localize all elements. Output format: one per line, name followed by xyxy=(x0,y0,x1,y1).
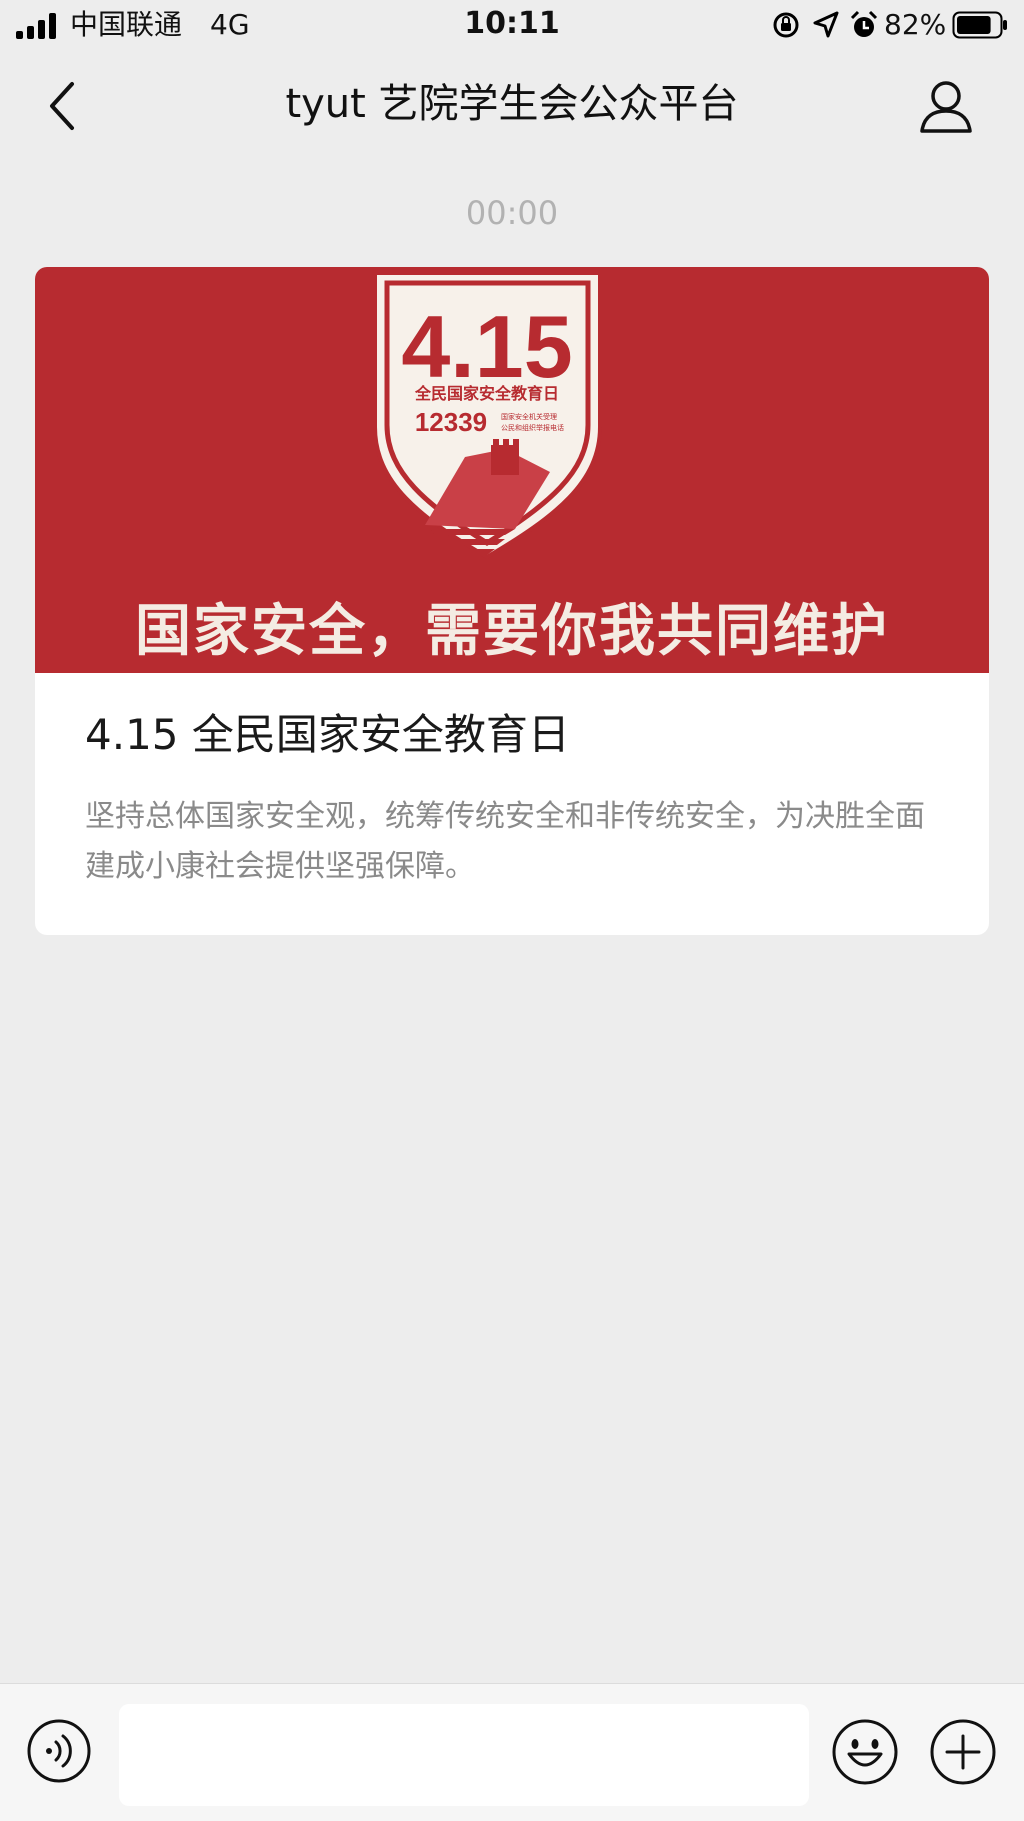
message-input[interactable] xyxy=(119,1704,809,1806)
voice-icon[interactable] xyxy=(26,1718,92,1784)
emoji-icon[interactable] xyxy=(831,1718,899,1786)
badge-subtitle: 全民国家安全教育日 xyxy=(414,384,559,403)
message-timestamp: 00:00 xyxy=(465,194,559,232)
battery-percent: 82% xyxy=(884,8,947,41)
article-description: 坚持总体国家安全观，统筹传统安全和非传统安全，为决胜全面建成小康社会提供坚强保障… xyxy=(85,799,925,884)
article-title[interactable]: 4.15 全民国家安全教育日 xyxy=(85,707,939,763)
nav-bar: tyut 艺院学生会公众平台 xyxy=(0,50,1024,160)
page-title: tyut 艺院学生会公众平台 xyxy=(285,81,739,127)
status-bar: 中国联通 4G 10:11 82% xyxy=(0,0,1024,50)
badge-hotline-note-1: 国家安全机关受理 xyxy=(501,412,557,421)
person-icon[interactable] xyxy=(916,76,976,136)
banner-slogan: 国家安全，需要你我共同维护 xyxy=(135,599,889,664)
battery-icon xyxy=(952,11,1007,39)
badge-number: 4.15 xyxy=(401,297,572,396)
rotation-lock-icon xyxy=(773,12,799,38)
badge-hotline: 12339 xyxy=(415,407,487,437)
location-arrow-icon xyxy=(813,11,839,38)
badge-hotline-note-2: 公民和组织举报电话 xyxy=(501,423,564,432)
input-bar xyxy=(0,1683,1024,1821)
plus-icon[interactable] xyxy=(929,1718,997,1786)
article-card[interactable]: 4.15 全民国家安全教育日 12339 国家安全机关受理 公民和组织举报电话 … xyxy=(35,267,989,935)
alarm-icon xyxy=(850,10,878,37)
article-cover-image: 4.15 全民国家安全教育日 12339 国家安全机关受理 公民和组织举报电话 … xyxy=(35,267,989,673)
back-chevron-icon[interactable] xyxy=(40,78,88,134)
